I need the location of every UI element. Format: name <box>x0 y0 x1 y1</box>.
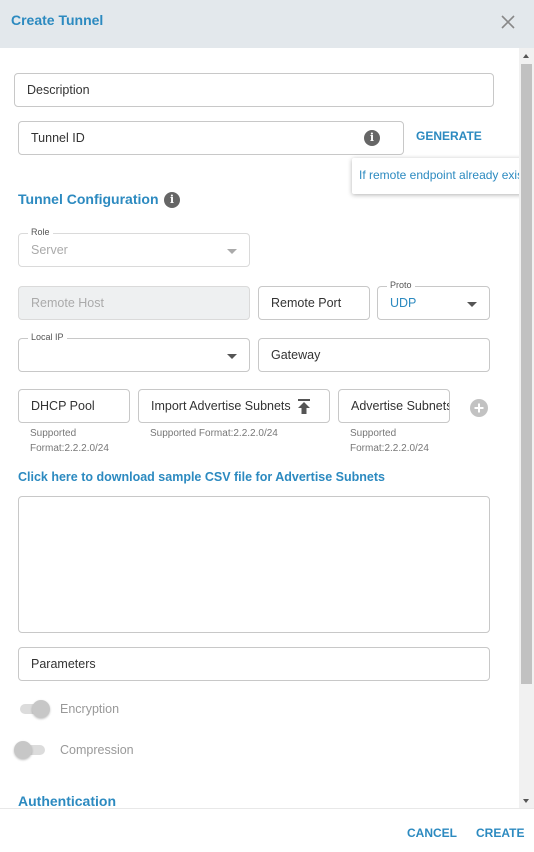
tunnel-id-input[interactable]: Tunnel ID i <box>18 121 404 155</box>
add-circle-icon[interactable] <box>470 399 488 417</box>
chevron-down-icon <box>467 302 477 307</box>
remote-port-input[interactable]: Remote Port <box>258 286 370 320</box>
tooltip: If remote endpoint already exists <box>352 158 534 194</box>
local-ip-label: Local IP <box>28 332 67 343</box>
scrollbar-thumb[interactable] <box>521 64 532 684</box>
download-sample-csv-link[interactable]: Click here to download sample CSV file f… <box>18 470 385 484</box>
upload-icon <box>298 399 310 414</box>
info-icon[interactable]: i <box>364 130 380 146</box>
proto-label: Proto <box>387 280 415 291</box>
dialog-footer: CANCEL CREATE <box>0 808 534 852</box>
encryption-label: Encryption <box>60 702 120 716</box>
scrollbar[interactable] <box>519 48 534 808</box>
scroll-down-icon[interactable] <box>523 799 529 803</box>
dialog-header: Create Tunnel <box>0 0 534 48</box>
advertise-subnets-input[interactable]: Advertise Subnets <box>338 389 450 423</box>
parameters-input[interactable]: Parameters <box>18 647 490 681</box>
advertise-subnets-hint: Supported Format:2.2.2.0/24 <box>350 428 429 454</box>
cancel-button[interactable]: CANCEL <box>407 826 457 840</box>
dhcp-pool-hint: Supported Format:2.2.2.0/24 <box>30 428 109 454</box>
description-input[interactable]: Description <box>14 73 494 107</box>
advertise-subnets-textarea[interactable] <box>18 496 490 633</box>
section-authentication: Authentication <box>18 793 116 809</box>
info-icon[interactable]: i <box>164 192 180 208</box>
tooltip-text: If remote endpoint already exists <box>359 168 533 182</box>
gateway-input[interactable]: Gateway <box>258 338 490 372</box>
encryption-toggle[interactable] <box>17 699 50 719</box>
import-subnets-hint: Supported Format:2.2.2.0/24 <box>150 428 278 439</box>
scroll-up-icon[interactable] <box>523 54 529 58</box>
remote-host-input: Remote Host <box>18 286 250 320</box>
compression-toggle[interactable] <box>14 740 46 760</box>
dialog-title: Create Tunnel <box>11 12 104 28</box>
import-advertise-subnets-button[interactable]: Import Advertise Subnets <box>138 389 330 423</box>
compression-label: Compression <box>60 743 134 757</box>
chevron-down-icon <box>227 354 237 359</box>
dhcp-pool-input[interactable]: DHCP Pool <box>18 389 130 423</box>
create-button[interactable]: CREATE <box>476 826 524 840</box>
proto-select[interactable]: Proto UDP <box>377 280 490 320</box>
role-label: Role <box>28 227 53 238</box>
chevron-down-icon <box>227 249 237 254</box>
generate-button[interactable]: GENERATE <box>416 129 482 143</box>
local-ip-select[interactable]: Local IP <box>18 332 250 372</box>
close-icon[interactable] <box>500 14 516 30</box>
section-tunnel-configuration: Tunnel Configuration <box>18 191 159 207</box>
role-select[interactable]: Role Server <box>18 227 250 267</box>
